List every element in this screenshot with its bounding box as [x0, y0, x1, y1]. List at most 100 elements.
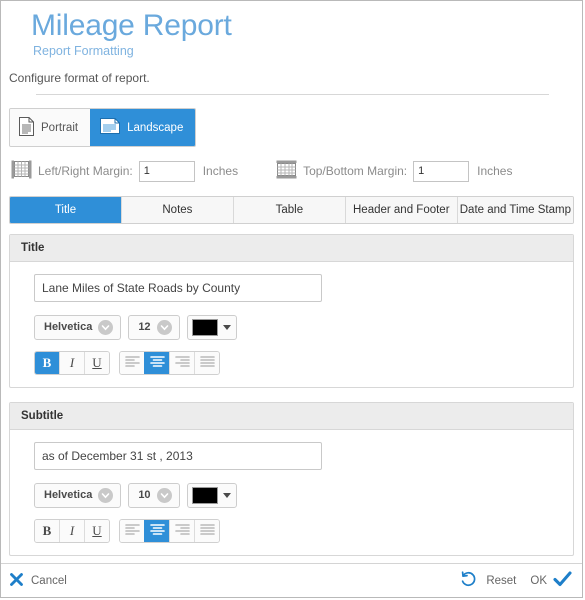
- dialog-header: Mileage Report Report Formatting Configu…: [1, 1, 582, 95]
- title-style-row: B I U: [34, 350, 573, 375]
- orientation-label-landscape: Landscape: [127, 121, 184, 134]
- title-italic-button[interactable]: I: [59, 351, 84, 374]
- caret-down-icon: [222, 492, 231, 498]
- margin-grid-icon: [276, 160, 297, 182]
- page-subtitle: Report Formatting: [33, 44, 134, 58]
- chevron-down-icon: [156, 487, 172, 503]
- header-divider-wrap: [1, 85, 582, 95]
- chevron-down-icon: [98, 487, 114, 503]
- subtitle-font-size-select[interactable]: 10: [128, 482, 180, 508]
- orientation-option-landscape[interactable]: Landscape: [90, 109, 196, 146]
- footer-right-actions: Reset OK: [459, 570, 572, 592]
- subtitle-align-group: [119, 518, 220, 543]
- subtitle-font-size-value: 10: [138, 489, 151, 501]
- subtitle-color-swatch: [191, 486, 218, 504]
- title-text-input[interactable]: [34, 273, 322, 302]
- align-justify-icon: [199, 523, 215, 539]
- orientation-label-portrait: Portrait: [41, 121, 79, 134]
- title-bold-button[interactable]: B: [35, 351, 59, 374]
- subtitle-underline-button[interactable]: U: [84, 519, 109, 542]
- top-bottom-margin-label: Top/Bottom Margin:: [303, 164, 408, 178]
- title-font-family-select[interactable]: Helvetica: [34, 314, 122, 340]
- margin-grid-icon: [11, 160, 32, 182]
- title-font-family-value: Helvetica: [44, 321, 93, 333]
- title-color-swatch: [191, 318, 218, 336]
- chevron-down-icon: [98, 319, 114, 335]
- title-font-color-picker[interactable]: [186, 314, 237, 340]
- title-text-style-group: B I U: [34, 350, 110, 375]
- dialog-description: Configure format of report.: [9, 71, 150, 85]
- format-tab-bar: Title Notes Table Header and Footer Date…: [9, 196, 574, 224]
- subtitle-align-right-button[interactable]: [169, 519, 194, 542]
- align-left-icon: [124, 523, 140, 539]
- cancel-button[interactable]: Cancel: [9, 572, 67, 590]
- subtitle-style-row: B I U: [34, 518, 573, 543]
- orientation-option-portrait[interactable]: Portrait: [10, 109, 91, 146]
- subtitle-text-input[interactable]: [34, 441, 322, 470]
- title-align-left-button[interactable]: [120, 351, 144, 374]
- subtitle-panel-heading: Subtitle: [10, 402, 573, 430]
- orientation-toggle-group: Portrait Landscape: [9, 108, 197, 147]
- reset-label: Reset: [486, 574, 517, 587]
- footer-left-actions: Cancel: [9, 572, 67, 590]
- subtitle-align-center-button[interactable]: [144, 519, 169, 542]
- title-align-center-button[interactable]: [144, 351, 169, 374]
- align-left-icon: [124, 355, 140, 371]
- top-bottom-margin-block: Top/Bottom Margin: Inches: [276, 160, 512, 182]
- tab-panel-content: Title Helvetica 12: [1, 224, 582, 564]
- subtitle-font-family-select[interactable]: Helvetica: [34, 482, 122, 508]
- cancel-label: Cancel: [31, 574, 67, 587]
- top-bottom-margin-input[interactable]: [413, 160, 470, 182]
- subtitle-font-row: Helvetica 10: [34, 482, 573, 508]
- report-formatting-dialog: Mileage Report Report Formatting Configu…: [0, 0, 583, 598]
- left-right-margin-input[interactable]: [138, 160, 195, 182]
- align-right-icon: [174, 523, 190, 539]
- title-align-right-button[interactable]: [169, 351, 194, 374]
- left-right-margin-units: Inches: [202, 164, 239, 178]
- title-align-group: [119, 350, 220, 375]
- title-panel-heading: Title: [10, 234, 573, 262]
- left-right-margin-label: Left/Right Margin:: [38, 164, 133, 178]
- page-landscape-icon: [100, 118, 121, 137]
- subtitle-align-justify-button[interactable]: [194, 519, 219, 542]
- align-justify-icon: [199, 355, 215, 371]
- checkmark-icon: [553, 570, 572, 591]
- align-center-icon: [149, 355, 165, 371]
- top-bottom-margin-units: Inches: [477, 164, 513, 178]
- subtitle-bold-button[interactable]: B: [35, 519, 59, 542]
- tab-header-and-footer[interactable]: Header and Footer: [344, 197, 457, 223]
- align-right-icon: [174, 355, 190, 371]
- margins-row: Left/Right Margin: Inches: [1, 147, 582, 182]
- subtitle-text-style-group: B I U: [34, 518, 110, 543]
- close-icon: [9, 572, 24, 590]
- title-panel-body: Helvetica 12: [10, 262, 573, 387]
- chevron-down-icon: [156, 319, 172, 335]
- title-font-row: Helvetica 12: [34, 314, 573, 340]
- title-underline-button[interactable]: U: [84, 351, 109, 374]
- reset-button[interactable]: Reset: [459, 570, 516, 592]
- tab-date-and-time-stamp[interactable]: Date and Time Stamp: [456, 197, 573, 223]
- subtitle-italic-button[interactable]: I: [59, 519, 84, 542]
- title-font-size-select[interactable]: 12: [128, 314, 180, 340]
- subtitle-align-left-button[interactable]: [120, 519, 144, 542]
- title-align-justify-button[interactable]: [194, 351, 219, 374]
- subtitle-font-color-picker[interactable]: [186, 482, 237, 508]
- orientation-row: Portrait Landscape: [1, 95, 582, 147]
- align-center-icon: [149, 523, 165, 539]
- tab-table[interactable]: Table: [232, 197, 345, 223]
- caret-down-icon: [222, 324, 231, 330]
- ok-label: OK: [530, 574, 547, 587]
- dialog-footer: Cancel Reset OK: [1, 563, 582, 597]
- title-font-size-value: 12: [138, 321, 151, 333]
- page-title: Mileage Report: [31, 9, 232, 42]
- ok-button[interactable]: OK: [530, 570, 572, 591]
- tab-notes[interactable]: Notes: [120, 197, 233, 223]
- left-right-margin-block: Left/Right Margin: Inches: [11, 160, 238, 182]
- subtitle-panel-body: Helvetica 10: [10, 430, 573, 555]
- subtitle-panel: Subtitle Helvetica 10: [9, 401, 574, 556]
- page-portrait-icon: [19, 116, 34, 139]
- subtitle-font-family-value: Helvetica: [44, 489, 93, 501]
- tab-title[interactable]: Title: [10, 197, 121, 223]
- title-panel: Title Helvetica 12: [9, 233, 574, 388]
- reset-icon: [459, 570, 478, 592]
